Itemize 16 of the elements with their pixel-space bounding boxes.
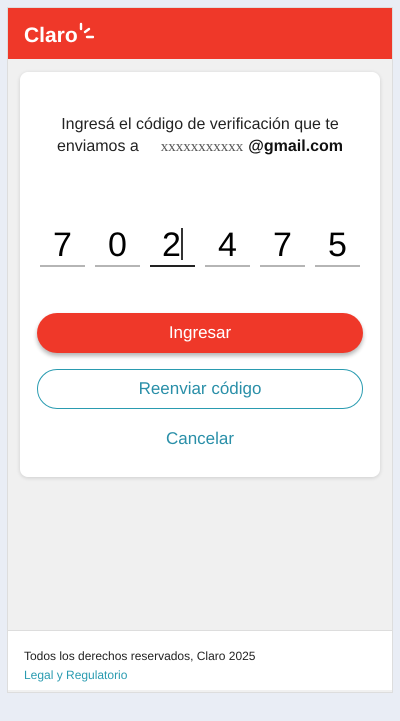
- digit-field[interactable]: 0: [95, 222, 140, 267]
- prompt-text: enviamos a: [56, 137, 139, 157]
- digit-field[interactable]: 7: [40, 222, 85, 267]
- email-domain: @gmail.com: [248, 137, 344, 157]
- cancel-link[interactable]: Cancelar: [166, 426, 234, 452]
- text-cursor: [180, 228, 183, 260]
- digit-field[interactable]: 7: [260, 222, 305, 267]
- logo-text: Claro: [24, 24, 78, 46]
- submit-button[interactable]: Ingresar: [37, 313, 363, 353]
- prompt-text: Ingresá el código de verificación que te: [61, 115, 339, 135]
- masked-email: xxxxxxxxxxx: [160, 138, 244, 157]
- digit-field[interactable]: 4: [205, 222, 250, 267]
- resend-button[interactable]: Reenviar código: [37, 369, 363, 409]
- digit-field[interactable]: 5: [315, 222, 360, 267]
- copyright-text: Todos los derechos reservados, Claro 2025: [24, 649, 256, 663]
- digit-field[interactable]: 2: [150, 222, 195, 267]
